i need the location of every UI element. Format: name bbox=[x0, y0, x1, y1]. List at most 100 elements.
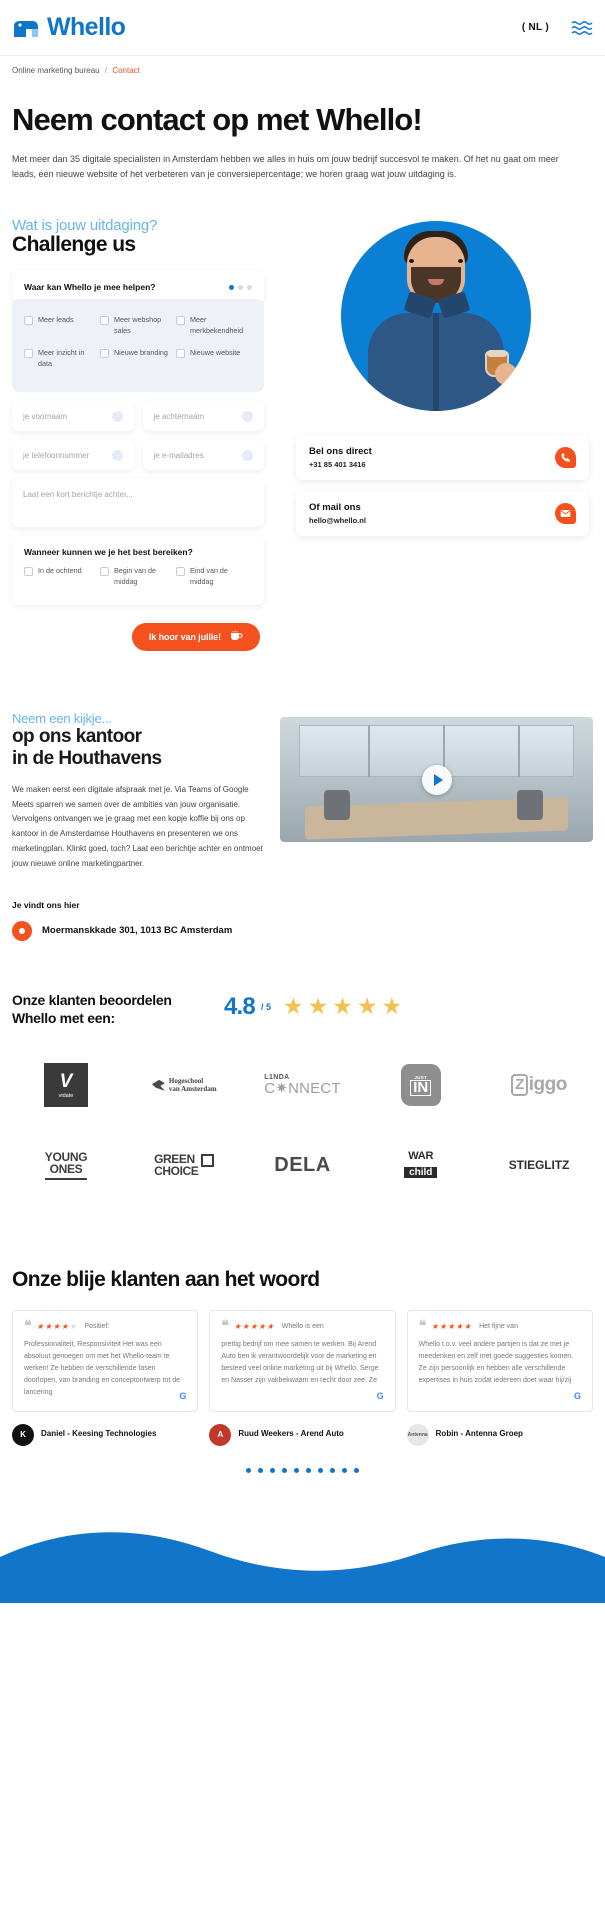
field-decoration bbox=[242, 410, 253, 422]
message-placeholder: Laat een kort berichtje achter... bbox=[23, 490, 133, 500]
checkbox-meer-leads[interactable]: Meer leads bbox=[24, 315, 100, 337]
breadcrumb-parent[interactable]: Online marketing bureau bbox=[12, 66, 100, 75]
testimonial-label: Positief: bbox=[84, 1323, 110, 1331]
star-icon: ★ bbox=[431, 1322, 439, 1332]
star-icon: ★ bbox=[250, 1322, 258, 1332]
checkbox-begin-van-de-middag[interactable]: Begin van de middag bbox=[99, 566, 176, 588]
hva-line2: van Amsterdam bbox=[168, 1085, 217, 1094]
pager-dot[interactable] bbox=[258, 1467, 263, 1473]
office-video[interactable] bbox=[280, 717, 593, 842]
contact-card-email[interactable]: Of mail ons hello@whello.nl bbox=[296, 491, 589, 537]
page-root: Whello ( NL ) Online marketing bureau / … bbox=[0, 0, 605, 1603]
rating-score: 4.8 bbox=[224, 992, 256, 1020]
testimonials-title: Onze blije klanten aan het woord bbox=[12, 1268, 320, 1292]
pager-dot[interactable] bbox=[354, 1467, 359, 1473]
quote-icon: ❝ bbox=[24, 1319, 32, 1335]
photo-eye-left bbox=[408, 259, 414, 264]
checkbox-nieuwe-website[interactable]: Nieuwe website bbox=[175, 348, 252, 370]
logo-just-in: JUST IN bbox=[367, 1062, 475, 1108]
star-icon: ★ bbox=[455, 1322, 463, 1332]
checkbox-box[interactable] bbox=[99, 316, 109, 326]
phone-input[interactable]: je telefoonnummer bbox=[12, 440, 134, 471]
challenge-options-panel: Meer leads Meer webshop sales Meer merkb… bbox=[12, 299, 264, 393]
contact-card-phone[interactable]: Bel ons direct +31 85 401 3416 bbox=[296, 435, 589, 481]
availability-card: Wanneer kunnen we je het best bereiken? … bbox=[12, 536, 264, 605]
pager-dot[interactable] bbox=[270, 1467, 275, 1473]
checkbox-box[interactable] bbox=[175, 567, 185, 577]
linda-bottom: C✷NNECT bbox=[264, 1080, 341, 1098]
logo[interactable]: Whello bbox=[12, 13, 126, 42]
checkbox-box[interactable] bbox=[175, 316, 185, 326]
language-selector[interactable]: ( NL ) bbox=[522, 22, 549, 33]
checkbox-box[interactable] bbox=[175, 348, 185, 358]
page-title: Neem contact op met Whello! bbox=[12, 102, 423, 137]
play-button-icon[interactable] bbox=[421, 764, 452, 795]
star-icon: ★ bbox=[61, 1322, 69, 1332]
firstname-placeholder: je voornaam bbox=[23, 411, 68, 421]
star-icon: ★ bbox=[52, 1322, 61, 1332]
testimonial-author: K Daniel - Keesing Technologies bbox=[12, 1423, 198, 1446]
message-textarea[interactable]: Laat een kort berichtje achter... bbox=[12, 479, 264, 528]
ziggo-first: Z bbox=[511, 1074, 528, 1097]
phone-placeholder: je telefoonnummer bbox=[23, 450, 90, 460]
submit-button[interactable]: Ik hoor van jullie! bbox=[131, 623, 260, 651]
contact-cards: Bel ons direct +31 85 401 3416 Of mail o… bbox=[278, 435, 593, 537]
pager-dot[interactable] bbox=[294, 1467, 299, 1473]
footer-wave bbox=[0, 1517, 605, 1603]
pager-dot[interactable] bbox=[330, 1467, 335, 1473]
challenge-title: Challenge us bbox=[12, 233, 136, 257]
email-input[interactable]: je e-mailadres bbox=[142, 440, 264, 471]
testimonial-label: Whello is een bbox=[281, 1323, 324, 1331]
checkbox-nieuwe-branding[interactable]: Nieuwe branding bbox=[99, 348, 176, 370]
pager-dot[interactable] bbox=[318, 1467, 323, 1473]
checkbox-box[interactable] bbox=[24, 316, 33, 326]
avatar: Antenna bbox=[406, 1423, 429, 1446]
checkbox-box[interactable] bbox=[24, 567, 33, 577]
mail-icon bbox=[555, 503, 576, 525]
young-line2: ONES bbox=[44, 1163, 88, 1180]
rating-stars: ★ ★ ★ ★ ★ bbox=[283, 995, 402, 1018]
checkbox-label: Meer leads bbox=[38, 315, 74, 325]
step-dot bbox=[247, 284, 252, 290]
lastname-placeholder: je achternaam bbox=[153, 411, 205, 421]
logo-hogeschool-van-amsterdam: Hogeschool van Amsterdam bbox=[130, 1062, 238, 1108]
submit-row: Ik hoor van jullie! bbox=[12, 623, 264, 651]
pager-dot[interactable] bbox=[306, 1467, 311, 1473]
logo-young-ones: YOUNG ONES bbox=[12, 1142, 120, 1188]
form-column: Wat is jouw uitdaging? Challenge us Waar… bbox=[12, 217, 264, 651]
checkbox-in-de-ochtend[interactable]: In de ochtend bbox=[24, 566, 100, 588]
justin-big: IN bbox=[410, 1080, 432, 1096]
checkbox-eind-van-de-middag[interactable]: Eind van de middag bbox=[175, 566, 252, 588]
form-step-dots bbox=[229, 284, 252, 290]
find-us-section: Je vindt ons hier Moermanskkade 301, 101… bbox=[0, 872, 605, 941]
pager-dot[interactable] bbox=[342, 1467, 347, 1473]
star-icon: ★ bbox=[36, 1322, 44, 1332]
testimonial-stars: ★ ★ ★ ★ ★ bbox=[431, 1322, 471, 1331]
contact-card-value: +31 85 401 3416 bbox=[309, 460, 366, 470]
checkbox-meer-inzicht-in-data[interactable]: Meer inzicht in data bbox=[24, 348, 100, 370]
hamburger-waves-icon[interactable] bbox=[571, 20, 593, 36]
pager-dot[interactable] bbox=[282, 1467, 287, 1473]
star-icon: ★ bbox=[356, 993, 378, 1020]
checkbox-label: In de ochtend bbox=[38, 566, 82, 576]
breadcrumb-separator: / bbox=[104, 66, 108, 75]
address-row[interactable]: Moermanskkade 301, 1013 BC Amsterdam bbox=[12, 920, 593, 941]
checkbox-label: Begin van de middag bbox=[113, 566, 156, 587]
checkbox-box[interactable] bbox=[99, 567, 109, 577]
pager-dot[interactable] bbox=[246, 1467, 251, 1473]
star-icon: ★ bbox=[282, 993, 304, 1020]
firstname-input[interactable]: je voornaam bbox=[12, 401, 134, 432]
availability-question: Wanneer kunnen we je het best bereiken? bbox=[24, 547, 193, 558]
checkbox-meer-webshop-sales[interactable]: Meer webshop sales bbox=[99, 315, 176, 337]
checkbox-meer-merkbekendheid[interactable]: Meer merkbekendheid bbox=[175, 315, 252, 337]
checkbox-box[interactable] bbox=[99, 348, 109, 358]
checkbox-box[interactable] bbox=[24, 348, 33, 358]
breadcrumb-current: Contact bbox=[112, 66, 140, 75]
logo-dela: DELA bbox=[249, 1142, 357, 1188]
testimonials-section: Onze blije klanten aan het woord ❝ ★ ★ ★… bbox=[0, 1222, 605, 1473]
hva-line1: Hogeschool bbox=[168, 1076, 204, 1085]
logo-stieglitz: STIEGLITZ bbox=[485, 1142, 593, 1188]
lastname-input[interactable]: je achternaam bbox=[142, 401, 264, 432]
coffee-cup-icon bbox=[230, 630, 243, 644]
photo-coffee-foam bbox=[486, 350, 507, 358]
